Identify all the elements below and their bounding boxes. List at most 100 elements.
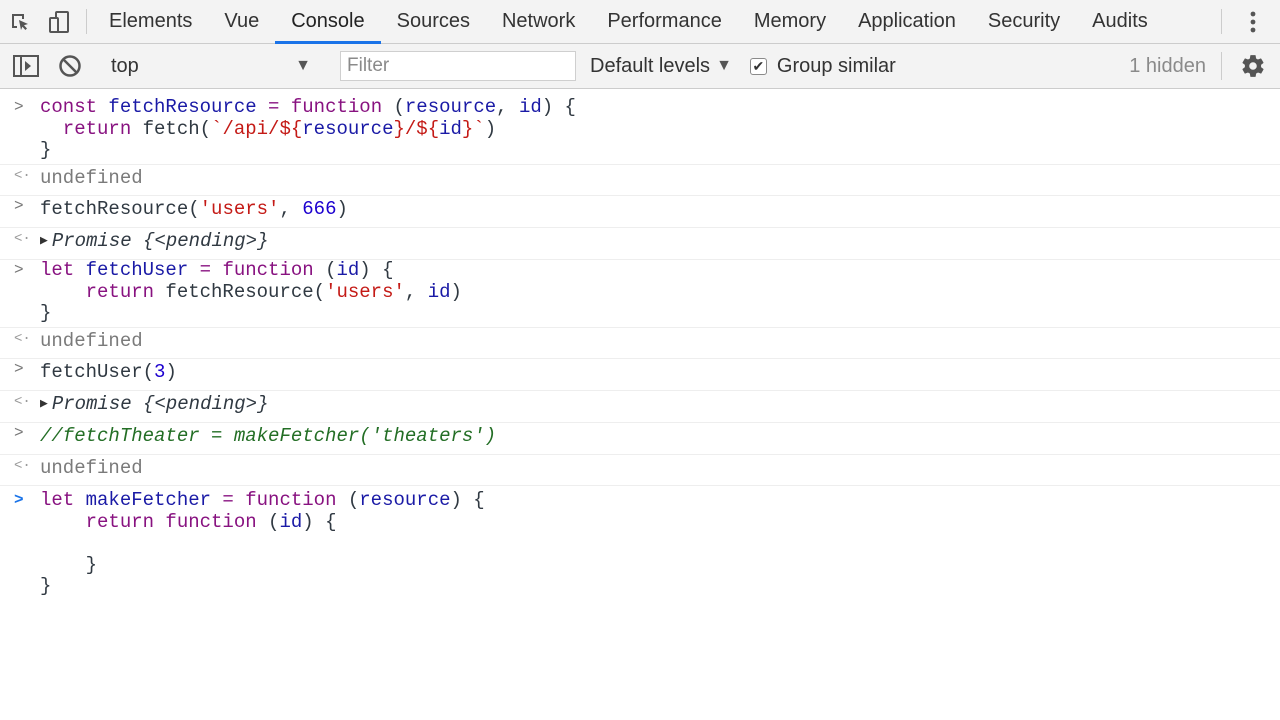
result-value[interactable]: ▶ Promise {<pending>} <box>40 229 1280 254</box>
code-token: = <box>211 489 246 511</box>
context-selector[interactable]: top ▼ <box>97 55 327 78</box>
code-token: const <box>40 96 109 118</box>
code-token: makeFetcher <box>85 489 212 511</box>
group-similar-toggle[interactable]: ✔ Group similar <box>749 54 896 78</box>
console-result-entry: <· undefined <box>0 328 1280 359</box>
code-line[interactable]: } <box>40 575 1280 598</box>
input-prompt-icon: > <box>14 197 24 215</box>
expand-triangle-icon[interactable]: ▶ <box>40 396 48 411</box>
console-messages: > const fetchResource = function (resour… <box>0 89 1280 600</box>
result-arrow-icon: <· <box>14 457 31 474</box>
code-line: return fetch(`/api/${resource}/${id}`) <box>40 117 1280 141</box>
code-line: } <box>40 302 52 324</box>
code-token: 'users' <box>325 280 405 303</box>
console-result-entry[interactable]: <· ▶ Promise {<pending>} <box>0 228 1280 260</box>
tab-performance[interactable]: Performance <box>591 0 738 43</box>
active-prompt-icon: > <box>14 491 24 509</box>
code-token: let <box>40 259 86 281</box>
code-token: return <box>40 510 166 533</box>
code-token: fetchResource( <box>165 280 326 303</box>
code-comment: //fetchTheater = makeFetcher('theaters') <box>40 425 497 447</box>
console-prompt-editor[interactable]: > let makeFetcher = function (resource) … <box>0 486 1280 600</box>
device-toolbar-icon[interactable] <box>40 0 80 43</box>
code-token: id <box>439 117 462 140</box>
inspect-element-icon[interactable] <box>0 0 40 43</box>
code-line[interactable]: return function (id) { <box>40 510 1280 534</box>
code-token: resource <box>404 96 497 118</box>
tab-sources[interactable]: Sources <box>381 0 486 43</box>
code-token: }` <box>461 117 485 140</box>
code-token: ) { <box>450 489 485 511</box>
code-token: ) { <box>302 510 337 533</box>
promise-label: Promise <box>51 392 132 415</box>
code-line[interactable]: ​ <box>40 533 1280 555</box>
tab-network[interactable]: Network <box>486 0 591 43</box>
dropdown-arrow-icon: ▼ <box>295 57 311 74</box>
result-arrow-icon: <· <box>14 393 31 410</box>
code-token: function <box>165 510 257 533</box>
console-input-entry[interactable]: > let fetchUser = function (id) { return… <box>0 259 1280 328</box>
code-token: id <box>336 259 360 281</box>
code-token: ) <box>165 361 177 383</box>
code-token: ( <box>336 489 360 511</box>
promise-state: {<pending>} <box>131 392 269 415</box>
code-token: id <box>279 510 303 533</box>
filter-input[interactable] <box>340 51 576 81</box>
clear-console-icon[interactable] <box>48 44 92 88</box>
result-arrow-icon: <· <box>14 167 31 184</box>
promise-state: {<pending>} <box>131 229 269 252</box>
code-token: ) { <box>359 259 394 281</box>
result-arrow-icon: <· <box>14 230 31 247</box>
code-token: id <box>518 96 542 118</box>
input-prompt-icon: > <box>14 261 24 279</box>
tab-application[interactable]: Application <box>842 0 972 43</box>
console-result-entry[interactable]: <· ▶ Promise {<pending>} <box>0 391 1280 423</box>
hidden-messages-count: 1 hidden <box>1129 54 1206 77</box>
code-line[interactable]: let makeFetcher = function (resource) { <box>40 489 1280 512</box>
group-similar-label: Group similar <box>776 54 896 77</box>
code-token: fetchResource <box>108 96 257 118</box>
code-token: let <box>40 489 86 511</box>
sidebar-toggle-icon[interactable] <box>4 44 48 88</box>
log-levels-label: Default levels <box>590 54 711 77</box>
code-token: , <box>496 96 519 118</box>
code-token: 'users' <box>199 198 280 220</box>
result-value: undefined <box>40 166 143 189</box>
code-line[interactable]: } <box>40 554 1280 577</box>
tab-memory[interactable]: Memory <box>738 0 842 43</box>
code-line: fetchUser(3) <box>40 361 1280 384</box>
code-line: } <box>40 139 52 161</box>
console-input-entry[interactable]: > const fetchResource = function (resour… <box>0 96 1280 165</box>
code-token: ) { <box>541 96 576 118</box>
tab-console[interactable]: Console <box>275 0 382 44</box>
result-value: undefined <box>40 456 143 479</box>
code-token: ) <box>450 280 462 303</box>
result-arrow-icon: <· <box>14 330 31 347</box>
code-token: 666 <box>302 198 337 220</box>
input-prompt-icon: > <box>14 424 24 442</box>
code-token: ) <box>336 198 348 220</box>
console-input-entry[interactable]: > //fetchTheater = makeFetcher('theaters… <box>0 423 1280 455</box>
code-token: , <box>279 198 303 220</box>
tab-audits[interactable]: Audits <box>1076 0 1164 43</box>
console-input-entry[interactable]: > fetchResource('users', 666) <box>0 196 1280 228</box>
code-token: }/${ <box>393 117 440 140</box>
group-similar-checkbox[interactable]: ✔ <box>749 57 767 75</box>
expand-triangle-icon[interactable]: ▶ <box>40 233 48 248</box>
tab-elements[interactable]: Elements <box>93 0 208 43</box>
log-levels-dropdown[interactable]: Default levels ▼ <box>590 55 732 78</box>
code-token: return <box>40 117 143 140</box>
result-value[interactable]: ▶ Promise {<pending>} <box>40 392 1280 417</box>
code-line: let fetchUser = function (id) { <box>40 259 1280 282</box>
code-token: , <box>404 280 428 303</box>
code-token: ( <box>313 259 337 281</box>
console-input-entry[interactable]: > fetchUser(3) <box>0 359 1280 391</box>
tab-security[interactable]: Security <box>972 0 1076 43</box>
code-token: 3 <box>154 361 166 383</box>
input-prompt-icon: > <box>14 360 24 378</box>
tab-vue[interactable]: Vue <box>208 0 275 43</box>
code-line: const fetchResource = function (resource… <box>40 96 1280 119</box>
more-options-icon[interactable] <box>1238 0 1268 44</box>
settings-gear-icon[interactable] <box>1238 44 1268 88</box>
code-token: = <box>188 259 223 281</box>
